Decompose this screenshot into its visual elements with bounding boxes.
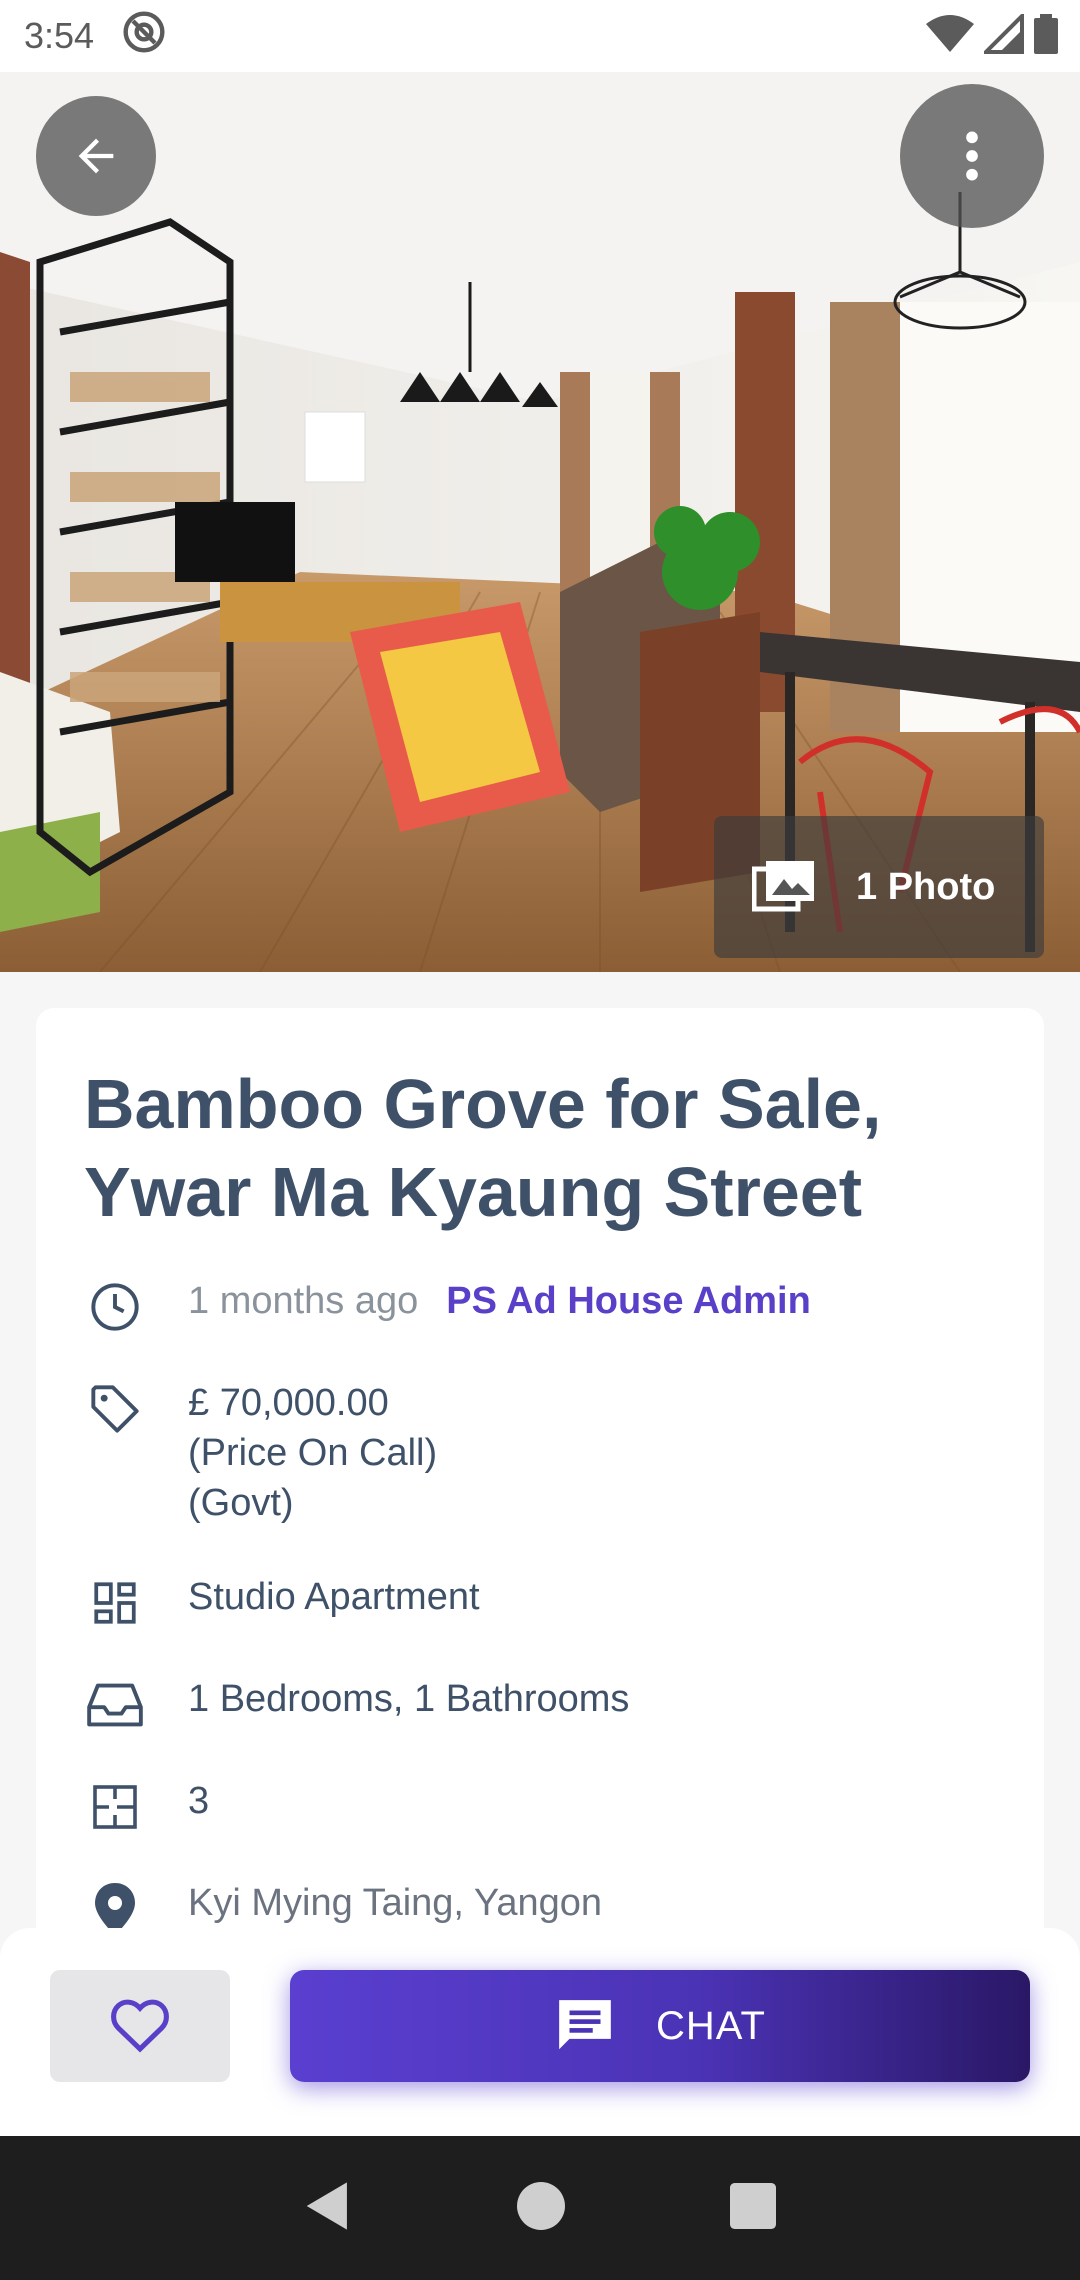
price-note: (Price On Call) bbox=[188, 1432, 438, 1474]
property-type: Studio Apartment bbox=[188, 1576, 480, 1618]
back-arrow-icon bbox=[78, 138, 114, 174]
tag-icon bbox=[84, 1378, 146, 1440]
listing-photo[interactable]: 1 Photo bbox=[0, 72, 1080, 972]
floor-number: 3 bbox=[188, 1780, 210, 1822]
author-link[interactable]: PS Ad House Admin bbox=[446, 1280, 811, 1322]
property-type-row: Studio Apartment bbox=[84, 1572, 1004, 1634]
photo-count-badge[interactable]: 1 Photo bbox=[714, 816, 1044, 958]
clock-icon bbox=[84, 1276, 146, 1338]
signal-icon bbox=[981, 10, 1024, 59]
price-value: £ 70,000.00 bbox=[188, 1382, 389, 1424]
photo-count-label: 1 Photo bbox=[856, 865, 996, 908]
back-button[interactable] bbox=[36, 96, 156, 216]
listing-title: Bamboo Grove for Sale, Ywar Ma Kyaung St… bbox=[84, 1065, 882, 1231]
wifi-icon bbox=[926, 14, 974, 59]
floor-plan-icon bbox=[84, 1776, 146, 1838]
status-time: 3:54 bbox=[24, 15, 95, 56]
location-text: Kyi Mying Taing, Yangon bbox=[188, 1882, 603, 1924]
nav-home-icon[interactable] bbox=[517, 2181, 565, 2235]
bottom-action-bar: CHAT bbox=[0, 1928, 1080, 2136]
rooms-row: 1 Bedrooms, 1 Bathrooms bbox=[84, 1674, 1004, 1736]
heart-icon bbox=[111, 1999, 169, 2053]
floor-row: 3 bbox=[84, 1776, 1004, 1838]
chat-button[interactable]: CHAT bbox=[290, 1970, 1030, 2082]
dashboard-icon bbox=[84, 1572, 146, 1634]
posted-time: 1 months ago bbox=[188, 1280, 419, 1322]
at-sign-icon bbox=[122, 10, 166, 63]
chat-bubble-icon bbox=[559, 2000, 611, 2050]
posted-row: 1 months ago PS Ad House Admin bbox=[84, 1276, 1004, 1338]
more-vert-icon bbox=[966, 131, 978, 181]
rooms-summary: 1 Bedrooms, 1 Bathrooms bbox=[188, 1678, 630, 1720]
battery-icon bbox=[1034, 13, 1058, 59]
chat-label: CHAT bbox=[656, 2003, 766, 2048]
listing-details-card: Bamboo Grove for Sale, Ywar Ma Kyaung St… bbox=[36, 1008, 1044, 2008]
inbox-icon bbox=[84, 1674, 146, 1736]
photos-icon bbox=[752, 861, 814, 912]
favorite-button[interactable] bbox=[50, 1970, 230, 2082]
nav-back-icon[interactable] bbox=[304, 2180, 352, 2237]
nav-recents-icon[interactable] bbox=[730, 2182, 776, 2234]
price-row: £ 70,000.00 (Price On Call) (Govt) bbox=[84, 1378, 1004, 1528]
system-nav-bar bbox=[0, 2136, 1080, 2280]
price-type: (Govt) bbox=[188, 1482, 294, 1524]
more-options-button[interactable] bbox=[900, 84, 1044, 228]
status-bar: 3:54 bbox=[0, 0, 1080, 72]
